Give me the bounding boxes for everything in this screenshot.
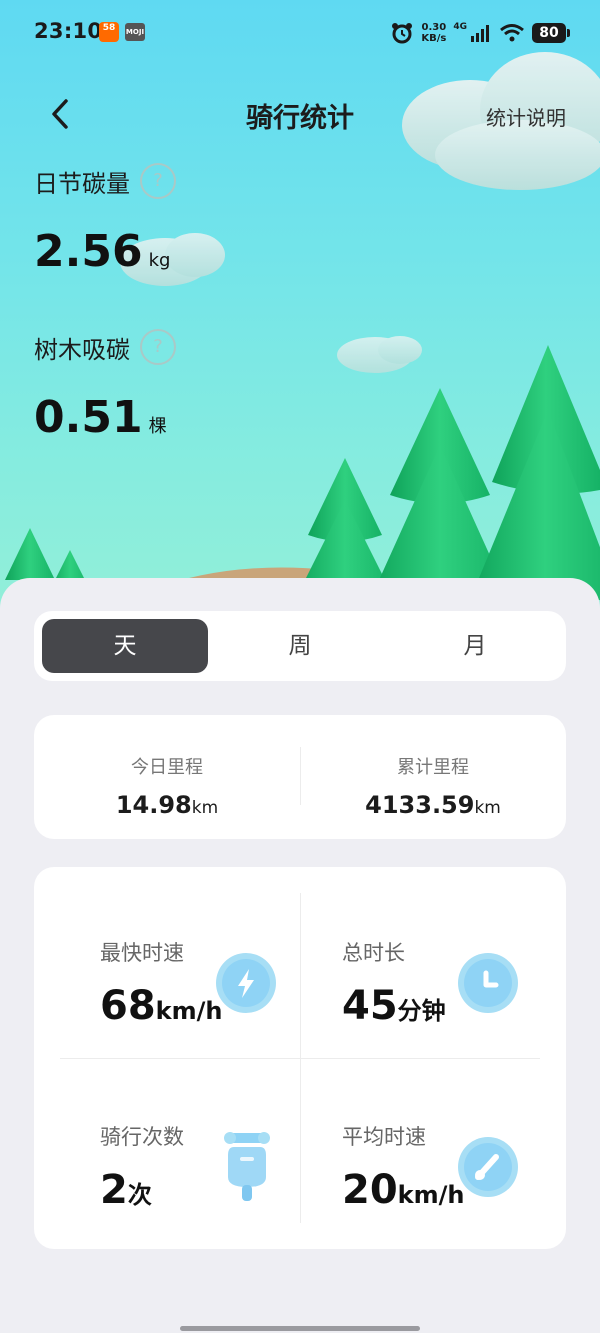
avg-speed-label: 平均时速	[342, 1125, 426, 1149]
total-mileage: 累计里程 4133.59km	[300, 715, 566, 839]
cloud-small-2	[337, 336, 422, 373]
tree-absorb-label: 树木吸碳	[34, 335, 130, 364]
app-badge-58-icon: 58	[99, 22, 119, 42]
mileage-card: 今日里程 14.98km 累计里程 4133.59km	[34, 715, 566, 839]
signal-icon	[471, 25, 489, 42]
total-mileage-label: 累计里程	[397, 757, 469, 778]
total-duration-label: 总时长	[342, 941, 405, 965]
status-bar: 23:10 58 MOJI 0.30 KB/s 4G 80	[0, 0, 600, 64]
lightning-icon	[216, 953, 276, 1013]
home-indicator[interactable]	[180, 1326, 420, 1331]
help-circle-icon[interactable]: ?	[140, 163, 176, 199]
tree-absorb-label-row: 树木吸碳 ?	[34, 329, 176, 365]
hero-banner	[0, 0, 600, 620]
status-time: 23:10	[34, 19, 103, 43]
stats-card: 最快时速 68km/h 总时长 45分钟 骑行次数 2次 平均时速 20km/h	[34, 867, 566, 1249]
alarm-icon	[392, 23, 413, 44]
total-mileage-value: 4133.59km	[365, 791, 501, 819]
tab-day[interactable]: 天	[42, 619, 208, 673]
today-mileage-value: 14.98km	[115, 791, 219, 819]
tree-large	[470, 345, 600, 600]
ride-count-value: 2次	[100, 1167, 152, 1213]
today-mileage: 今日里程 14.98km	[34, 715, 300, 839]
tree-absorb-value: 0.51 棵	[34, 392, 167, 443]
tab-week[interactable]: 周	[217, 619, 383, 673]
today-mileage-label: 今日里程	[131, 757, 203, 778]
wifi-icon	[500, 24, 524, 42]
battery-indicator: 80	[532, 23, 570, 43]
help-circle-icon[interactable]: ?	[140, 329, 176, 365]
ride-count-label: 骑行次数	[100, 1125, 184, 1149]
carbon-saved-value: 2.56 kg	[34, 226, 171, 277]
total-duration-value: 45分钟	[342, 983, 446, 1029]
carbon-saved-label: 日节碳量	[34, 169, 130, 198]
app-badge-moji-icon: MOJI	[125, 23, 145, 41]
clock-icon	[458, 953, 518, 1013]
fastest-speed-label: 最快时速	[100, 941, 184, 965]
stats-help-link[interactable]: 统计说明	[486, 102, 566, 131]
tab-month[interactable]: 月	[392, 619, 558, 673]
fastest-speed-value: 68km/h	[100, 983, 223, 1029]
forest-illustration	[5, 52, 600, 620]
network-speed: 0.30 KB/s	[421, 22, 447, 44]
avg-speed-value: 20km/h	[342, 1167, 465, 1213]
speedometer-icon	[458, 1137, 518, 1197]
carbon-saved-label-row: 日节碳量 ?	[34, 163, 176, 199]
period-tabs: 天 周 月	[34, 611, 566, 681]
scooter-icon	[224, 1132, 270, 1201]
network-type: 4G	[453, 22, 467, 32]
